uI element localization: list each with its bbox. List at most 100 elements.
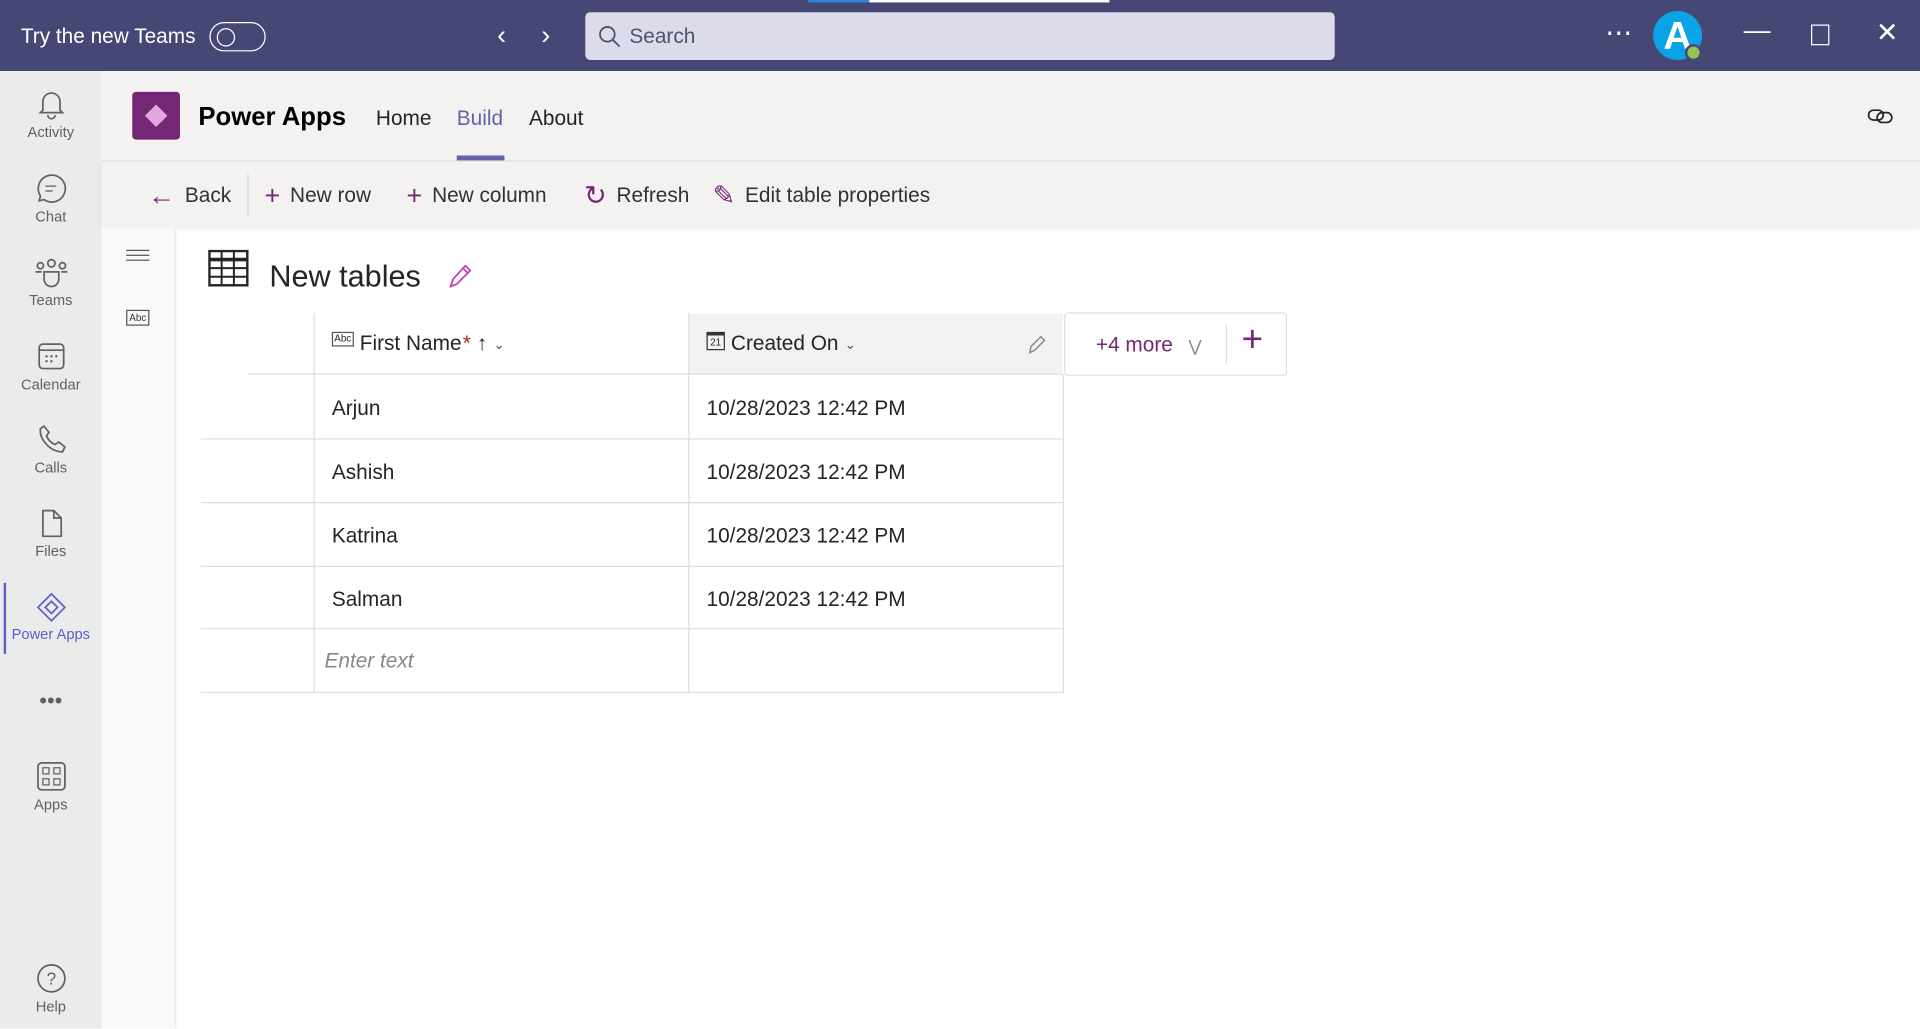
- search-icon: [599, 26, 621, 48]
- rail-label: Power Apps: [11, 625, 91, 643]
- new-column-button[interactable]: + New column: [406, 180, 547, 211]
- phone-icon: [38, 424, 66, 453]
- tab-home[interactable]: Home: [376, 107, 432, 131]
- chat-icon: [36, 174, 66, 203]
- new-row-label: New row: [290, 183, 372, 207]
- rail-item-calendar[interactable]: Calendar: [0, 340, 102, 393]
- presence-available-icon: [1684, 44, 1703, 62]
- edit-table-properties-button[interactable]: ✎ Edit table properties: [712, 180, 931, 211]
- back-label: Back: [184, 183, 232, 207]
- app-name: Power Apps: [198, 102, 347, 132]
- back-button[interactable]: ← Back: [148, 180, 232, 211]
- refresh-button[interactable]: ↻ Refresh: [584, 180, 690, 211]
- cell-created-on: 10/28/2023 12:42 PM: [706, 587, 906, 612]
- search-placeholder: Search: [629, 24, 696, 48]
- column-header-created-on-label[interactable]: 21 Created On ⌄: [706, 331, 856, 356]
- command-bar: [101, 161, 1920, 228]
- grid-line: [1062, 374, 1065, 694]
- cell-first-name[interactable]: Arjun: [332, 397, 381, 421]
- plus-icon: +: [406, 180, 423, 211]
- new-column-label: New column: [432, 183, 547, 207]
- column-header-first-name[interactable]: Abc First Name * ↑ ⌄: [331, 331, 505, 356]
- cell-first-name[interactable]: Salman: [332, 588, 403, 612]
- restore-icon[interactable]: [1811, 24, 1830, 46]
- rail-label: Activity: [27, 123, 75, 141]
- tab-about[interactable]: About: [529, 107, 583, 131]
- text-type-icon: Abc: [331, 331, 354, 347]
- back-arrow-icon[interactable]: ‹: [497, 20, 506, 52]
- chevron-down-icon[interactable]: ⌄: [845, 336, 856, 352]
- grid-line: [200, 628, 1063, 630]
- edit-props-label: Edit table properties: [745, 183, 931, 207]
- tab-build[interactable]: Build: [457, 107, 503, 131]
- sort-ascending-icon: ↑: [476, 331, 488, 356]
- power-apps-logo: [132, 91, 181, 140]
- cell-created-on: 10/28/2023 12:42 PM: [706, 396, 906, 421]
- cell-first-name[interactable]: Ashish: [332, 460, 394, 484]
- table-title: New tables: [269, 259, 421, 294]
- more-options-icon[interactable]: ⋯: [1605, 17, 1632, 49]
- cell-created-on: 10/28/2023 12:42 PM: [706, 460, 906, 484]
- new-teams-toggle[interactable]: [209, 22, 266, 52]
- rail-label: Apps: [34, 795, 68, 814]
- svg-text:?: ?: [46, 968, 56, 988]
- new-row-button[interactable]: + New row: [264, 180, 372, 211]
- chevron-down-icon[interactable]: ⌄: [494, 336, 505, 352]
- rail-item-calls[interactable]: Calls: [0, 424, 102, 477]
- drag-indicator: [808, 0, 870, 3]
- try-new-teams-label: Try the new Teams: [20, 24, 196, 48]
- edit-title-pencil-icon[interactable]: [446, 262, 473, 291]
- edit-column-icon[interactable]: [1026, 333, 1047, 355]
- back-arrow-icon: ←: [148, 180, 176, 211]
- cell-created-on: 10/28/2023 12:42 PM: [706, 524, 906, 548]
- teams-icon: [34, 258, 67, 288]
- side-panel: [101, 227, 177, 1029]
- help-icon: ?: [36, 964, 66, 993]
- grid-line: [200, 502, 1063, 504]
- divider: [1225, 324, 1227, 364]
- rail-label: Files: [35, 542, 67, 560]
- more-columns-button[interactable]: +4 more ⋁: [1096, 333, 1202, 357]
- search-input[interactable]: Search: [585, 12, 1335, 61]
- close-icon[interactable]: ✕: [1876, 17, 1899, 49]
- rail-item-teams[interactable]: Teams: [0, 256, 102, 309]
- refresh-icon: ↻: [584, 180, 607, 211]
- pencil-icon: ✎: [712, 180, 736, 211]
- cell-first-name[interactable]: Katrina: [332, 524, 398, 548]
- rail-label: Calendar: [20, 375, 81, 394]
- rail-label: Help: [35, 997, 66, 1016]
- link-icon[interactable]: [1867, 105, 1894, 127]
- rail-item-help[interactable]: ? Help: [0, 962, 102, 1015]
- minimize-icon[interactable]: —: [1744, 15, 1771, 47]
- apps-icon: [36, 762, 66, 791]
- power-apps-icon: [36, 592, 66, 623]
- rail-item-files[interactable]: Files: [0, 508, 102, 560]
- column-label: First Name: [359, 331, 462, 356]
- more-apps-icon[interactable]: •••: [0, 688, 102, 714]
- menu-icon[interactable]: [126, 249, 150, 261]
- chevron-down-icon: ⋁: [1188, 336, 1202, 356]
- plus-icon: +: [264, 180, 281, 211]
- column-label: Created On: [730, 331, 839, 356]
- rail-label: Calls: [34, 459, 68, 477]
- rail-label: Chat: [35, 208, 67, 226]
- grid-line: [200, 691, 1063, 694]
- rail-item-apps[interactable]: Apps: [0, 760, 102, 813]
- active-tab-underline: [456, 155, 505, 161]
- rail-item-power-apps[interactable]: Power Apps: [0, 592, 102, 643]
- rail-label: Teams: [29, 291, 73, 309]
- new-row-input[interactable]: Enter text: [324, 649, 413, 673]
- more-columns-label: +4 more: [1095, 333, 1173, 357]
- date-type-icon: 21: [706, 331, 725, 351]
- refresh-label: Refresh: [616, 183, 690, 207]
- text-field-icon[interactable]: Abc: [126, 309, 150, 326]
- rail-item-chat[interactable]: Chat: [0, 173, 102, 226]
- bell-icon: [37, 92, 64, 120]
- file-icon: [41, 509, 62, 538]
- rail-item-activity[interactable]: Activity: [0, 88, 102, 141]
- add-column-button[interactable]: +: [1242, 320, 1263, 360]
- forward-arrow-icon[interactable]: ›: [541, 20, 550, 52]
- grid-line: [200, 565, 1063, 567]
- calendar-icon: [37, 343, 64, 370]
- grid-line: [247, 373, 1063, 375]
